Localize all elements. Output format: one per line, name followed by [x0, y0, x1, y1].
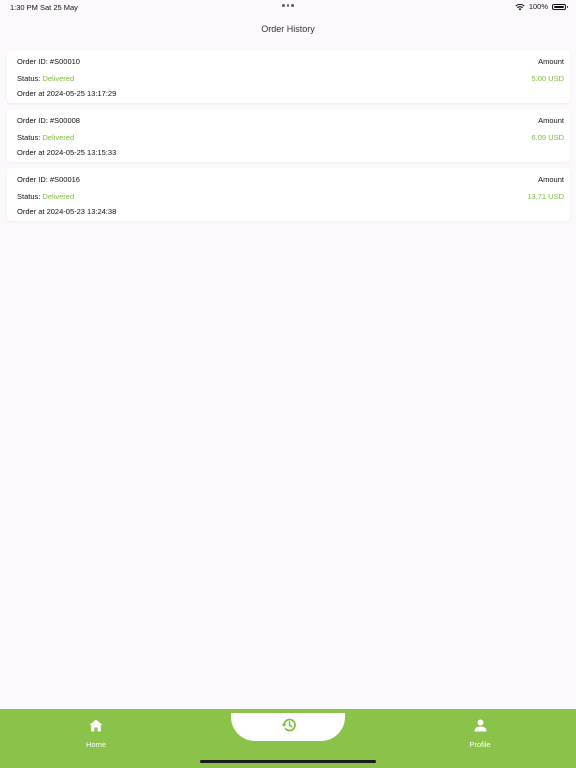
page-title: Order History	[261, 24, 315, 34]
status-value: Delivered	[42, 133, 75, 142]
bottom-nav: Home Profile	[0, 709, 576, 768]
status-line: Status: Delivered	[17, 192, 74, 201]
status-value: Delivered	[42, 192, 75, 201]
order-date: Order at 2024-05-23 13:24:38	[17, 207, 117, 216]
order-id: Order ID: #S00016	[17, 175, 80, 184]
home-icon	[56, 719, 136, 732]
history-icon	[281, 718, 296, 737]
profile-icon	[440, 719, 520, 732]
amount-label: Amount	[538, 57, 564, 66]
order-id: Order ID: #S00010	[17, 57, 80, 66]
status-time: 1:30 PM	[10, 3, 38, 12]
amount-value: 13.71 USD	[527, 192, 564, 201]
status-label: Status:	[17, 133, 41, 142]
order-date: Order at 2024-05-25 13:15:33	[17, 148, 117, 157]
status-label: Status:	[17, 74, 41, 83]
status-bar: 1:30 PM Sat 25 May 100%	[0, 0, 576, 14]
status-line: Status: Delivered	[17, 74, 74, 83]
order-card[interactable]: Order ID: #S00008 Amount Status: Deliver…	[7, 109, 570, 162]
status-right: 100%	[515, 2, 568, 11]
wifi-icon	[515, 3, 525, 11]
order-list: Order ID: #S00010 Amount Status: Deliver…	[7, 50, 570, 227]
multitasking-dots-icon[interactable]	[282, 4, 294, 7]
nav-history[interactable]	[231, 713, 345, 741]
order-id: Order ID: #S00008	[17, 116, 80, 125]
status-value: Delivered	[42, 74, 75, 83]
order-card[interactable]: Order ID: #S00010 Amount Status: Deliver…	[7, 50, 570, 103]
amount-label: Amount	[538, 175, 564, 184]
amount-label: Amount	[538, 116, 564, 125]
status-line: Status: Delivered	[17, 133, 74, 142]
amount-value: 6.09 USD	[531, 133, 564, 142]
battery-percent: 100%	[528, 2, 548, 11]
status-label: Status:	[17, 192, 41, 201]
order-card[interactable]: Order ID: #S00016 Amount Status: Deliver…	[7, 168, 570, 221]
nav-profile-label: Profile	[469, 740, 491, 749]
order-date: Order at 2024-05-25 13:17:29	[17, 89, 117, 98]
status-date: Sat 25 May	[40, 3, 78, 12]
battery-icon	[552, 3, 568, 10]
home-indicator[interactable]	[200, 760, 376, 763]
nav-home-label: Home	[85, 740, 106, 749]
nav-home[interactable]: Home	[56, 719, 136, 749]
amount-value: 5.00 USD	[531, 74, 564, 83]
nav-profile[interactable]: Profile	[440, 719, 520, 749]
